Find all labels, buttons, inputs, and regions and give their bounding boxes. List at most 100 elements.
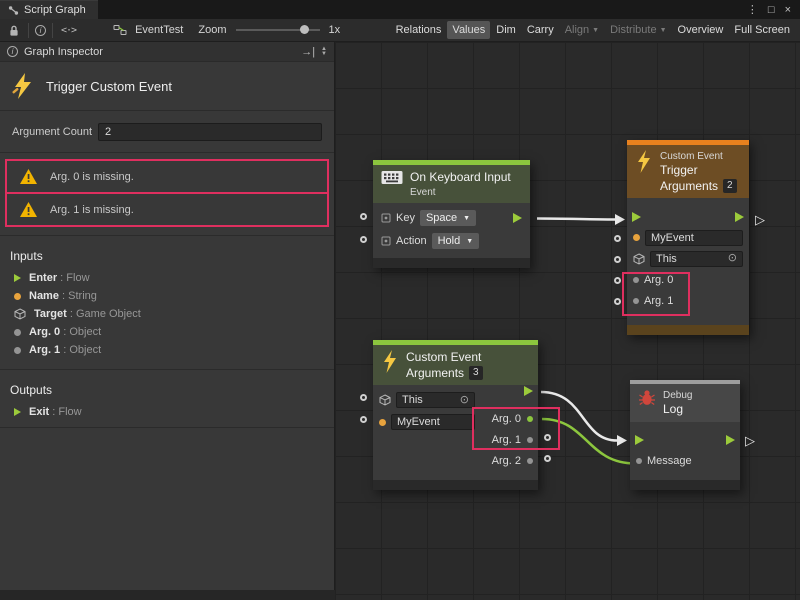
port-type-icon xyxy=(381,213,391,223)
distribute-button[interactable]: Distribute▼ xyxy=(605,21,671,39)
code-icon[interactable]: <·> xyxy=(58,25,79,36)
warning-triangle-icon xyxy=(19,168,38,185)
arg2-output-port[interactable] xyxy=(544,455,551,462)
flow-row xyxy=(627,206,749,227)
flow-row xyxy=(630,430,740,451)
port-type-icon xyxy=(381,236,391,246)
carry-button[interactable]: Carry xyxy=(522,21,559,39)
wire-arrowhead xyxy=(615,214,625,225)
relations-button[interactable]: Relations xyxy=(391,21,447,39)
arg1-input-port[interactable] xyxy=(614,298,621,305)
target-field[interactable]: This ⊙ xyxy=(650,251,743,267)
inputs-heading: Inputs xyxy=(0,236,334,269)
argument-count-label: Argument Count xyxy=(12,126,98,138)
node-header: On Keyboard Input Event xyxy=(373,165,530,203)
input-row-arg0: Arg. 0Object xyxy=(0,323,334,341)
align-button[interactable]: Align▼ xyxy=(560,21,604,39)
name-row: MyEvent xyxy=(379,411,475,433)
wire-keyboard-to-trigger xyxy=(537,219,615,220)
wire-arrowhead xyxy=(617,435,627,446)
node-debug-log[interactable]: Debug Log Message xyxy=(630,380,740,490)
target-input-port[interactable] xyxy=(360,394,367,401)
node-footer xyxy=(373,480,538,490)
zoom-slider[interactable] xyxy=(236,29,320,31)
cube-icon xyxy=(379,394,391,406)
close-icon[interactable]: × xyxy=(785,4,791,16)
object-picker-icon[interactable]: ⊙ xyxy=(728,253,737,264)
arg2-row: Arg. 2 xyxy=(492,450,533,471)
carry-triangle-icon: ▷ xyxy=(745,434,755,447)
unit-title: Trigger Custom Event xyxy=(46,79,172,94)
name-input-port[interactable] xyxy=(614,235,621,242)
lock-icon[interactable] xyxy=(5,24,23,37)
action-input-port[interactable] xyxy=(360,236,367,243)
flow-output-port[interactable] xyxy=(726,435,735,445)
zoom-label: Zoom xyxy=(198,24,226,36)
values-button[interactable]: Values xyxy=(447,21,490,39)
flow-input-port[interactable] xyxy=(632,212,641,222)
flow-arrow-icon xyxy=(14,408,21,416)
action-dropdown[interactable]: Hold ▼ xyxy=(432,233,480,249)
toolbar-buttons: Relations Values Dim Carry Align▼ Distri… xyxy=(391,21,795,39)
arg0-input-port[interactable] xyxy=(614,277,621,284)
inspector-header-title: Graph Inspector xyxy=(24,46,103,58)
bug-icon xyxy=(638,389,656,406)
flow-output-port[interactable] xyxy=(524,386,533,396)
object-picker-icon[interactable]: ⊙ xyxy=(460,395,469,406)
full-screen-button[interactable]: Full Screen xyxy=(729,21,795,39)
window-titlebar: Script Graph ⋮ □ × xyxy=(0,0,800,19)
node-category: Debug xyxy=(663,389,692,402)
flow-input-port[interactable] xyxy=(635,435,644,445)
event-name-field[interactable]: MyEvent xyxy=(391,414,475,430)
chevron-down-icon: ▼ xyxy=(592,27,599,34)
string-dot-icon xyxy=(379,419,386,426)
graph-canvas[interactable]: On Keyboard Input Event Key Space ▼ xyxy=(335,42,800,600)
argument-count-input[interactable] xyxy=(98,123,322,141)
target-field[interactable]: This ⊙ xyxy=(396,392,475,408)
key-input-port[interactable] xyxy=(360,213,367,220)
event-name-field[interactable]: MyEvent xyxy=(645,230,743,246)
node-footer xyxy=(627,325,749,335)
tab-script-graph[interactable]: Script Graph xyxy=(0,0,98,19)
zoom-slider-knob[interactable] xyxy=(300,25,309,34)
flow-output-port[interactable] xyxy=(513,213,522,223)
node-title-line2: Arguments 2 xyxy=(660,179,737,195)
object-dot-icon xyxy=(14,329,21,336)
target-row: This ⊙ xyxy=(627,248,749,269)
warning-triangle-icon xyxy=(19,201,38,218)
target-row: This ⊙ xyxy=(379,389,475,411)
chevron-down-icon: ▼ xyxy=(660,27,667,34)
node-on-keyboard-input[interactable]: On Keyboard Input Event Key Space ▼ xyxy=(373,160,530,268)
dim-button[interactable]: Dim xyxy=(491,21,521,39)
target-input-port[interactable] xyxy=(614,256,621,263)
action-row: Action Hold ▼ xyxy=(373,230,530,253)
input-row-target: TargetGame Object xyxy=(0,305,334,323)
node-title: Log xyxy=(663,402,692,418)
node-footer xyxy=(373,258,530,268)
message-row: Message xyxy=(630,451,740,472)
pane-spinner[interactable]: ▲ ▼ xyxy=(321,47,327,57)
input-row-name: NameString xyxy=(0,287,334,305)
graph-asset-icon xyxy=(110,24,130,36)
outputs-heading: Outputs xyxy=(0,370,334,403)
carry-triangle-icon: ▷ xyxy=(755,213,765,226)
warning-arg1: Arg. 1 is missing. xyxy=(5,192,329,227)
key-dropdown[interactable]: Space ▼ xyxy=(420,210,476,226)
pane-toggle-icon[interactable]: →| xyxy=(301,46,315,58)
node-title: Custom Event xyxy=(406,350,483,366)
maximize-icon[interactable]: □ xyxy=(768,4,775,16)
warnings-section: Arg. 0 is missing. Arg. 1 is missing. xyxy=(0,153,334,236)
argument-count-badge: 2 xyxy=(723,179,737,193)
overview-button[interactable]: Overview xyxy=(673,21,729,39)
string-dot-icon xyxy=(14,293,21,300)
flow-output-port[interactable] xyxy=(735,212,744,222)
name-input-port[interactable] xyxy=(360,416,367,423)
inspector-header: i Graph Inspector →| ▲ ▼ xyxy=(0,42,334,62)
node-header: Custom Event Arguments 3 xyxy=(373,345,538,385)
node-subtitle: Event xyxy=(410,186,511,199)
window-menu-icon[interactable]: ⋮ xyxy=(747,3,758,16)
info-icon: i xyxy=(35,25,46,36)
inspector-toggle-button[interactable]: i xyxy=(28,23,53,38)
spin-down-icon[interactable]: ▼ xyxy=(321,52,327,57)
message-input-port[interactable] xyxy=(636,458,642,464)
